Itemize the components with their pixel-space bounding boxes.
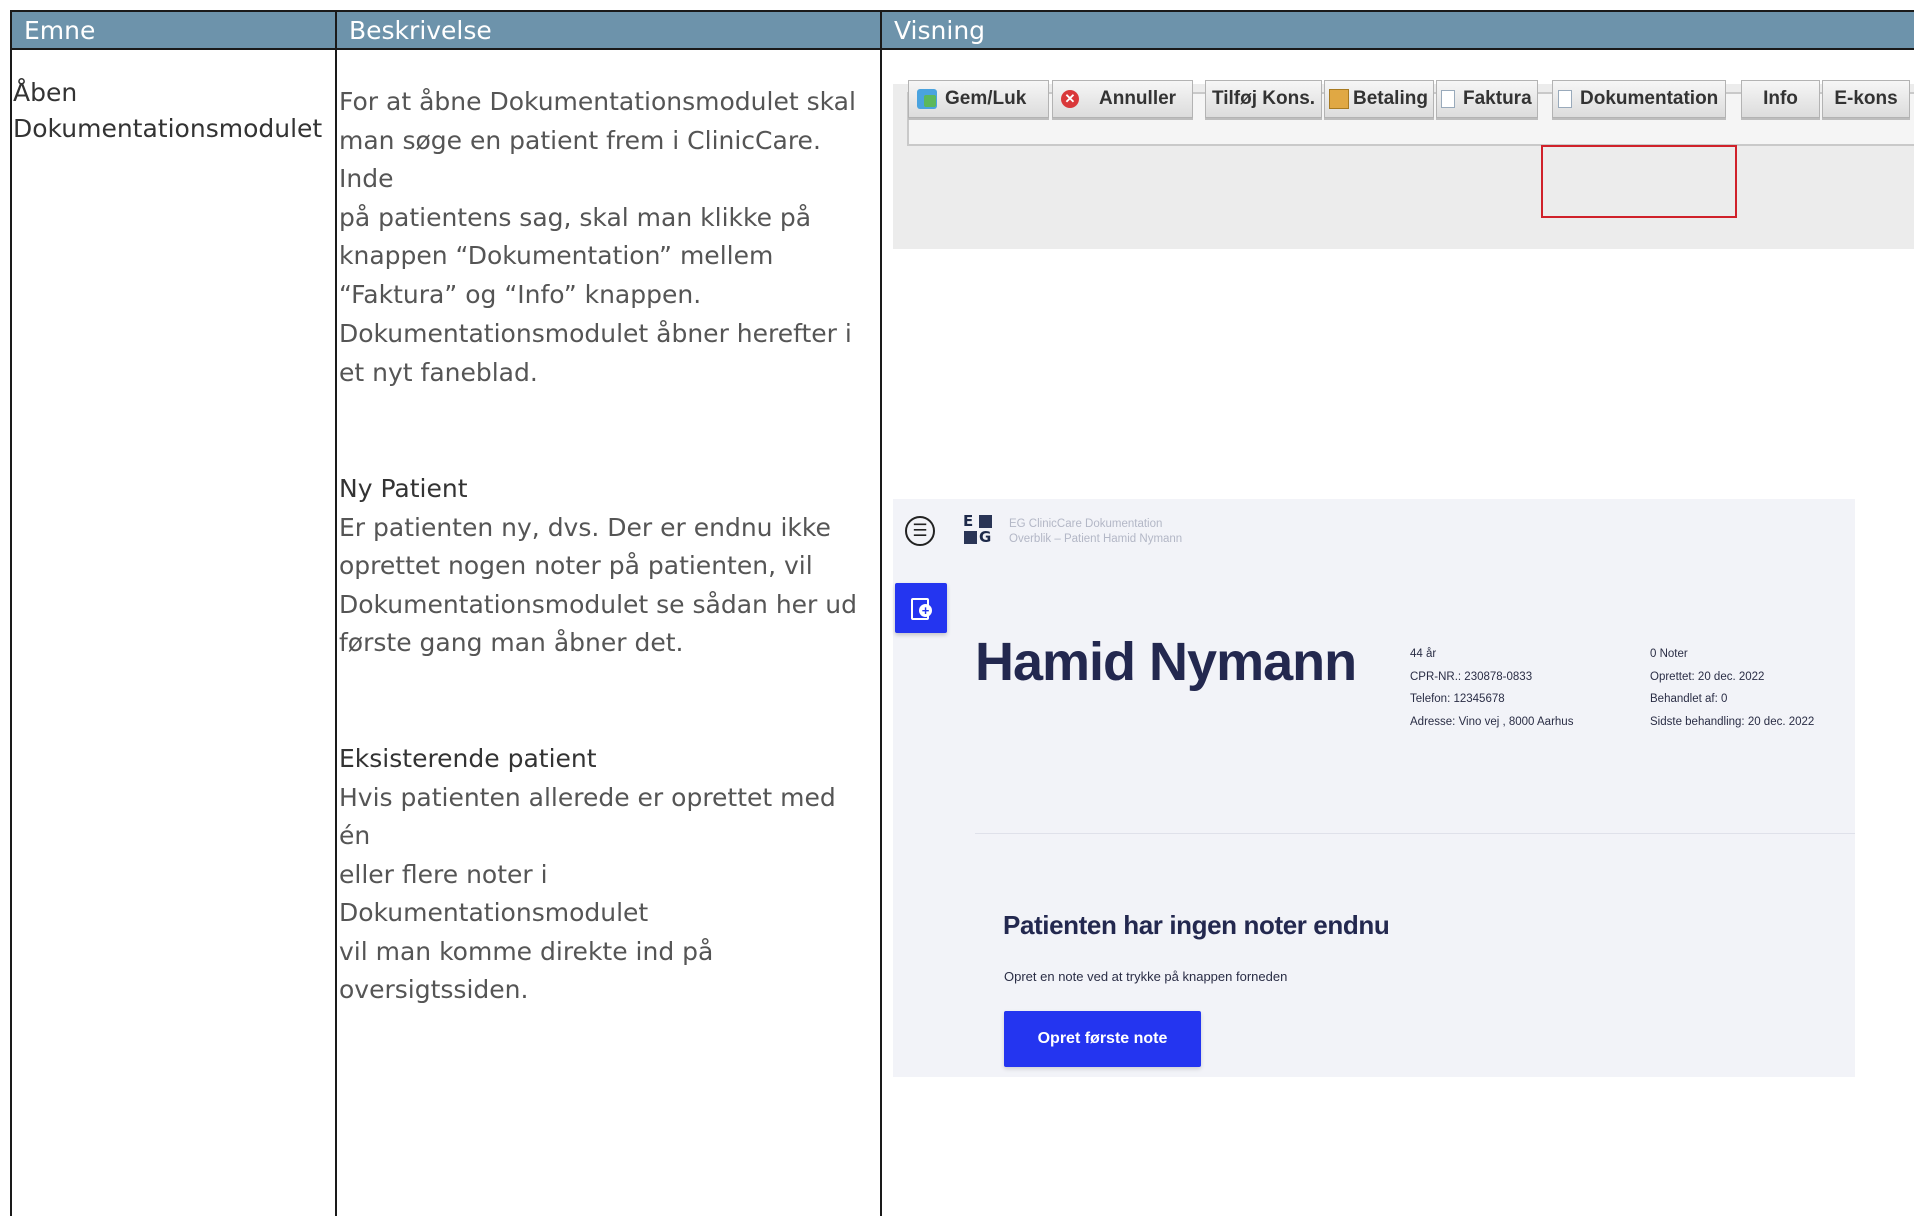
column-divider [880,12,882,1216]
save-icon [917,89,937,109]
header-emne: Emne [12,12,337,50]
text-line: på patientens sag, skal man klikke på [339,202,812,232]
text-line: “Faktura” og “Info” knappen. [339,279,702,309]
documentation-highlight-box [1541,145,1737,218]
button-label: Tilføj Kons. [1211,88,1316,109]
save-close-button[interactable]: Gem/Luk [908,80,1049,118]
documentation-button[interactable]: Dokumentation [1552,80,1726,118]
topic-line: Dokumentationsmodulet [13,114,323,143]
patient-address: Adresse: Vino vej , 8000 Aarhus [1410,715,1574,728]
text-line: vil man komme direkte ind på [339,936,714,966]
new-note-icon[interactable] [895,583,947,633]
patient-cpr: CPR-NR.: 230878-0833 [1410,670,1533,683]
button-label: Dokumentation [1580,88,1719,109]
app-title: EG ClinicCare Dokumentation [1009,518,1163,530]
description-existing-patient: Eksisterende patient Hvis patienten alle… [339,740,859,1010]
cancel-button[interactable]: ✕ Annuller [1052,80,1193,118]
create-first-note-button[interactable]: Opret første note [1004,1011,1201,1067]
button-label: Gem/Luk [945,88,1027,109]
patient-name: Hamid Nymann [975,632,1357,692]
logo-letter: G [979,528,992,546]
patient-phone: Telefon: 12345678 [1410,693,1505,705]
description-after: Dokumentationsmodulet åbner herefter i e… [339,315,859,392]
text-line: eller flere noter i Dokumentationsmodule… [339,859,649,928]
button-label: Info [1763,88,1798,109]
text-line: Er patienten ny, dvs. Der er endnu ikke [339,512,831,542]
header-visning: Visning [882,12,1914,50]
patient-age: 44 år [1410,648,1437,660]
column-divider [335,12,337,1216]
patient-info-left: 44 år CPR-NR.: 230878-0833 Telefon: 1234… [1410,643,1573,733]
treated-by: Behandlet af: 0 [1650,693,1728,705]
existing-patient-heading: Eksisterende patient [339,744,597,773]
empty-state-title: Patienten har ingen noter endnu [1003,910,1390,940]
topic-line: Åben [13,78,78,107]
text-line: Dokumentationsmodulet se sådan her ud [339,589,857,619]
button-label: E-kons [1834,88,1898,109]
text-line: Hvis patienten allerede er oprettet med … [339,782,836,851]
notes-count: 0 Noter [1650,648,1688,660]
button-label: Betaling [1353,88,1428,109]
button-label: Annuller [1099,88,1177,109]
payment-icon [1329,89,1349,109]
breadcrumb: EG ClinicCare Dokumentation Overblik – P… [1009,517,1182,547]
text-line: første gang man åbner det. [339,628,684,657]
documentation-module-screenshot: ☰ E G EG ClinicCare Dokumentation Overbl… [893,499,1855,1077]
text-line: knappen “Dokumentation” mellem [339,241,774,270]
logo-block [979,515,992,528]
topic-cell: Åben Dokumentationsmodulet [13,75,322,147]
header-beskrivelse: Beskrivelse [337,12,882,50]
text-line: man søge en patient frem i ClinicCare. I… [339,125,821,194]
button-label: Faktura [1463,88,1532,109]
breadcrumb-path: Overblik – Patient Hamid Nymann [1009,533,1183,545]
invoice-button[interactable]: Faktura [1436,80,1538,118]
payment-button[interactable]: Betaling [1324,80,1434,118]
e-kons-button[interactable]: E-kons [1822,80,1910,118]
divider [975,833,1855,834]
logo-letter: E [963,512,974,530]
logo-block [964,531,977,544]
eg-logo: E G [962,514,994,546]
add-consultation-button[interactable]: Tilføj Kons. [1205,80,1322,118]
description-new-patient: Ny Patient Er patienten ny, dvs. Der er … [339,470,859,663]
text-line: Dokumentationsmodulet åbner herefter i [339,319,852,348]
description-intro: For at åbne Dokumentationsmodulet skal m… [339,83,859,314]
last-treatment: Sidste behandling: 20 dec. 2022 [1650,715,1815,728]
created-date: Oprettet: 20 dec. 2022 [1650,670,1765,683]
info-button[interactable]: Info [1741,80,1820,118]
menu-icon[interactable]: ☰ [905,516,935,546]
patient-info-right: 0 Noter Oprettet: 20 dec. 2022 Behandlet… [1650,643,1814,733]
new-patient-heading: Ny Patient [339,474,468,503]
document-icon [1558,90,1572,108]
text-line: oprettet nogen noter på patienten, vil [339,551,813,580]
text-line: oversigtssiden. [339,975,529,1004]
cancel-icon: ✕ [1061,90,1079,108]
text-line: et nyt faneblad. [339,357,538,387]
empty-state-text: Opret en note ved at trykke på knappen f… [1004,969,1288,984]
document-icon [1441,90,1455,108]
text-line: For at åbne Dokumentationsmodulet skal [339,87,856,116]
